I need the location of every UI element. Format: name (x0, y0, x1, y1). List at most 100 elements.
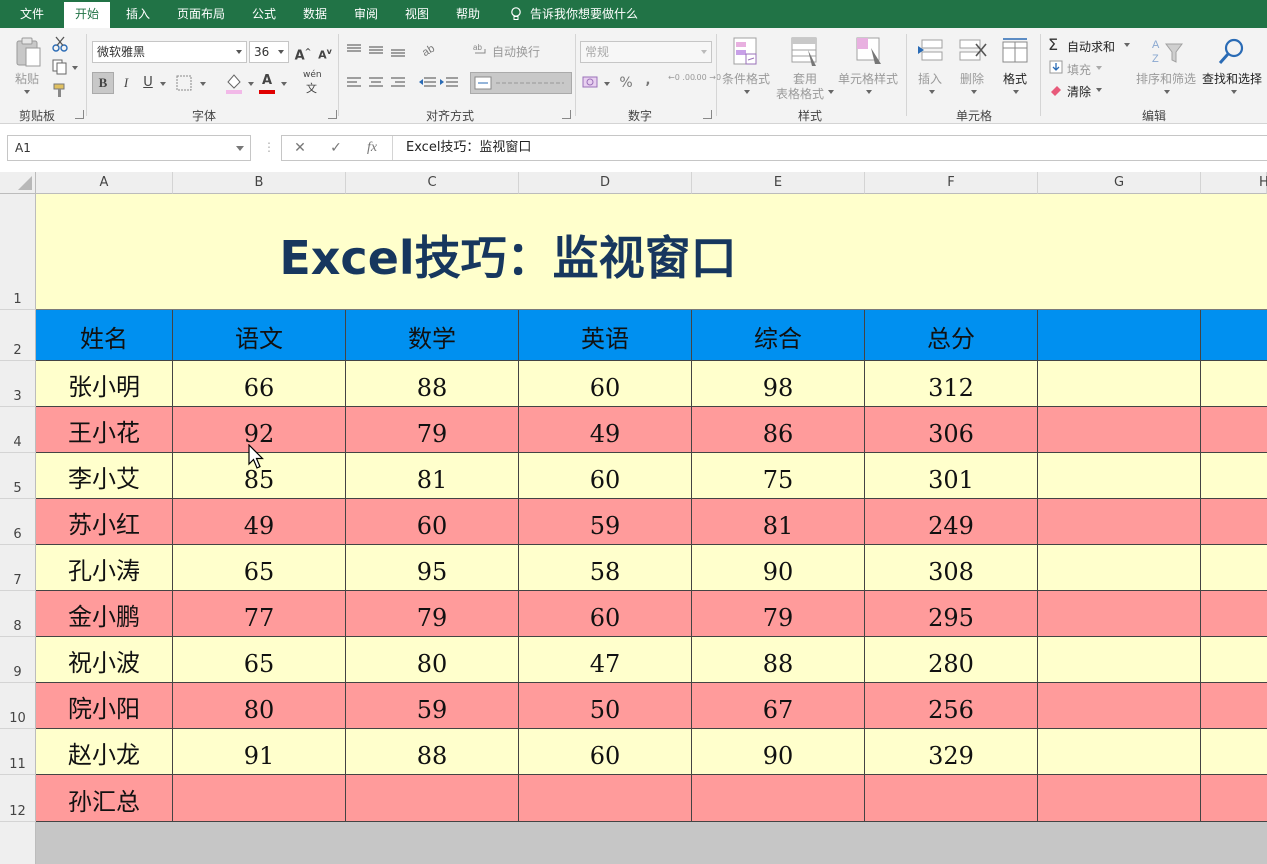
sort-filter-label[interactable]: 排序和筛选 (1136, 70, 1196, 87)
cell-english[interactable]: 60 (519, 729, 692, 775)
menu-file[interactable]: 文件 (8, 0, 56, 28)
header-cell-total[interactable]: 总分 (865, 310, 1038, 361)
font-color-dropdown-icon[interactable] (281, 82, 287, 86)
clear-label[interactable]: 清除 (1067, 83, 1091, 100)
cell-empty[interactable] (1038, 453, 1201, 499)
format-dropdown-icon[interactable] (1013, 90, 1019, 94)
font-size-select[interactable]: 36 (249, 41, 289, 63)
wrap-text-label[interactable]: 自动换行 (492, 43, 540, 60)
cell-chinese[interactable]: 65 (173, 637, 346, 683)
paste-dropdown-icon[interactable] (24, 90, 30, 94)
cell-total[interactable]: 280 (865, 637, 1038, 683)
font-name-select[interactable]: 微软雅黑 (92, 41, 247, 63)
cell-styles-dropdown-icon[interactable] (866, 90, 872, 94)
row-header-8[interactable]: 8 (0, 591, 36, 637)
format-painter-icon[interactable] (52, 82, 68, 98)
cut-icon[interactable] (52, 36, 68, 52)
find-dropdown-icon[interactable] (1231, 90, 1237, 94)
cell-empty[interactable] (1201, 683, 1267, 729)
copy-icon[interactable] (52, 59, 68, 75)
format-as-table-label-2[interactable]: 表格格式 (776, 85, 824, 102)
clear-dropdown-icon[interactable] (1096, 88, 1102, 92)
cell-total[interactable]: 301 (865, 453, 1038, 499)
font-launcher-icon[interactable] (328, 110, 337, 119)
cell-math[interactable]: 79 (346, 591, 519, 637)
insert-cells-icon[interactable] (916, 36, 946, 68)
cell-chinese[interactable]: 80 (173, 683, 346, 729)
column-header-a[interactable]: A (36, 172, 173, 194)
cell-chinese[interactable] (173, 775, 346, 822)
cell-empty[interactable] (1038, 775, 1201, 822)
eraser-icon[interactable] (1049, 83, 1063, 97)
cell-comprehensive[interactable]: 98 (692, 361, 865, 407)
cell-empty[interactable] (1201, 775, 1267, 822)
menu-page-layout[interactable]: 页面布局 (168, 0, 234, 28)
decrease-font-icon[interactable]: Av (314, 41, 336, 63)
cell-empty[interactable] (1201, 453, 1267, 499)
column-header-g[interactable]: G (1038, 172, 1201, 194)
row-header-7[interactable]: 7 (0, 545, 36, 591)
clipboard-launcher-icon[interactable] (75, 110, 84, 119)
header-cell-empty[interactable] (1038, 310, 1201, 361)
row-header-11[interactable]: 11 (0, 729, 36, 775)
row-header-12[interactable]: 12 (0, 775, 36, 822)
cell-styles-label[interactable]: 单元格样式 (838, 70, 898, 87)
cell-empty[interactable] (1038, 591, 1201, 637)
cell-math[interactable]: 79 (346, 407, 519, 453)
cell-comprehensive[interactable]: 86 (692, 407, 865, 453)
column-header-e[interactable]: E (692, 172, 865, 194)
fill-icon[interactable] (1049, 60, 1063, 74)
phonetic-guide-icon[interactable]: wén 文 (303, 70, 322, 96)
cell-english[interactable] (519, 775, 692, 822)
cell-name[interactable]: 孔小涛 (36, 545, 173, 591)
cell-name[interactable]: 张小明 (36, 361, 173, 407)
cell-empty[interactable] (1201, 407, 1267, 453)
formula-input-area[interactable]: ✕ ✓ fx Excel技巧：监视窗口 (281, 135, 1267, 161)
paste-icon[interactable] (14, 36, 42, 68)
number-format-select[interactable]: 常规 (580, 41, 712, 63)
menu-insert[interactable]: 插入 (116, 0, 160, 28)
number-launcher-icon[interactable] (703, 110, 712, 119)
autosum-icon[interactable]: Σ (1048, 35, 1058, 54)
autosum-label[interactable]: 自动求和 (1067, 38, 1115, 55)
cell-empty[interactable] (1201, 637, 1267, 683)
copy-dropdown-icon[interactable] (72, 66, 78, 70)
percent-button[interactable]: % (615, 72, 637, 94)
row-header-9[interactable]: 9 (0, 637, 36, 683)
sort-filter-icon[interactable]: A Z (1150, 36, 1184, 68)
cell-math[interactable]: 60 (346, 499, 519, 545)
tell-me-search[interactable]: 告诉我你想要做什么 (530, 0, 650, 28)
worksheet-grid[interactable]: A B C D E F G H 1 2 3 4 5 6 7 8 9 10 11 … (0, 172, 1267, 864)
format-cells-label[interactable]: 格式 (1003, 70, 1027, 87)
cell-comprehensive[interactable]: 90 (692, 545, 865, 591)
delete-cells-label[interactable]: 删除 (960, 70, 984, 87)
cell-math[interactable]: 81 (346, 453, 519, 499)
menu-review[interactable]: 审阅 (344, 0, 388, 28)
name-box[interactable]: A1 (7, 135, 251, 161)
cell-empty[interactable] (1038, 729, 1201, 775)
cell-total[interactable] (865, 775, 1038, 822)
fill-color-icon[interactable] (224, 72, 244, 94)
paste-label[interactable]: 粘贴 (15, 70, 39, 87)
conditional-dropdown-icon[interactable] (744, 90, 750, 94)
cell-english[interactable]: 58 (519, 545, 692, 591)
increase-font-icon[interactable]: A^ (292, 41, 314, 63)
insert-function-icon[interactable]: fx (354, 136, 390, 160)
underline-dropdown-icon[interactable] (160, 82, 166, 86)
cell-name[interactable]: 赵小龙 (36, 729, 173, 775)
find-select-label[interactable]: 查找和选择 (1202, 70, 1262, 87)
accounting-format-icon[interactable] (582, 74, 600, 92)
cell-total[interactable]: 312 (865, 361, 1038, 407)
conditional-formatting-label[interactable]: 条件格式 (722, 70, 770, 87)
cell-english[interactable]: 60 (519, 591, 692, 637)
wrap-text-icon[interactable]: ab (473, 41, 489, 57)
enter-icon[interactable]: ✓ (318, 136, 354, 160)
merge-center-button[interactable] (470, 72, 572, 94)
header-cell-empty[interactable] (1201, 310, 1267, 361)
cell-name[interactable]: 院小阳 (36, 683, 173, 729)
menu-view[interactable]: 视图 (395, 0, 439, 28)
cell-math[interactable]: 88 (346, 361, 519, 407)
cell-comprehensive[interactable] (692, 775, 865, 822)
cell-english[interactable]: 60 (519, 453, 692, 499)
cell-empty[interactable] (1201, 545, 1267, 591)
